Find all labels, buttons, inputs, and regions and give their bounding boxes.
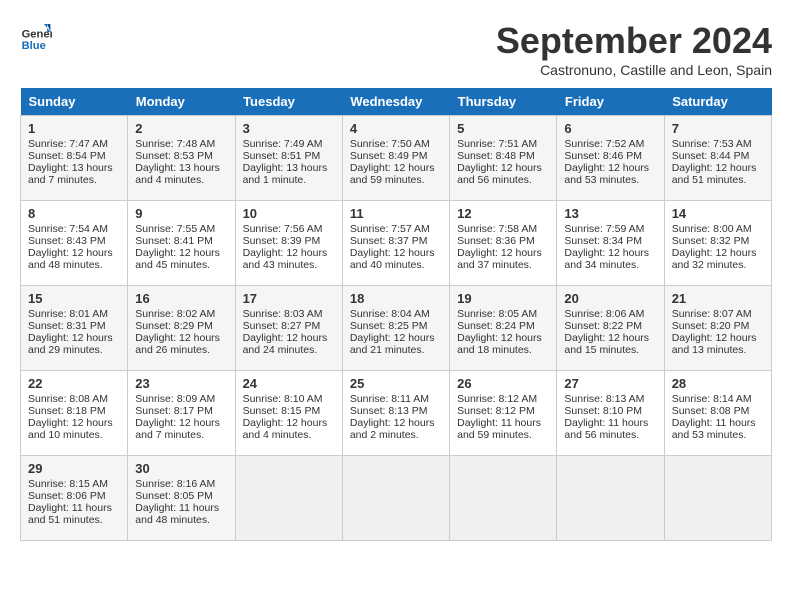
table-row: 25Sunrise: 8:11 AMSunset: 8:13 PMDayligh… <box>342 371 449 456</box>
col-wednesday: Wednesday <box>342 88 449 116</box>
logo-icon: General Blue <box>20 20 52 52</box>
svg-text:Blue: Blue <box>22 40 46 52</box>
col-tuesday: Tuesday <box>235 88 342 116</box>
col-saturday: Saturday <box>664 88 771 116</box>
month-title: September 2024 <box>496 20 772 62</box>
table-row <box>557 456 664 541</box>
table-row: 24Sunrise: 8:10 AMSunset: 8:15 PMDayligh… <box>235 371 342 456</box>
table-row: 20Sunrise: 8:06 AMSunset: 8:22 PMDayligh… <box>557 286 664 371</box>
col-sunday: Sunday <box>21 88 128 116</box>
table-row: 27Sunrise: 8:13 AMSunset: 8:10 PMDayligh… <box>557 371 664 456</box>
table-row: 3Sunrise: 7:49 AMSunset: 8:51 PMDaylight… <box>235 116 342 201</box>
page-header: General Blue September 2024 Castronuno, … <box>20 20 772 78</box>
location: Castronuno, Castille and Leon, Spain <box>496 62 772 78</box>
col-monday: Monday <box>128 88 235 116</box>
header-row: Sunday Monday Tuesday Wednesday Thursday… <box>21 88 772 116</box>
table-row <box>450 456 557 541</box>
table-row: 14Sunrise: 8:00 AMSunset: 8:32 PMDayligh… <box>664 201 771 286</box>
table-row: 9Sunrise: 7:55 AMSunset: 8:41 PMDaylight… <box>128 201 235 286</box>
table-row: 12Sunrise: 7:58 AMSunset: 8:36 PMDayligh… <box>450 201 557 286</box>
col-thursday: Thursday <box>450 88 557 116</box>
table-row: 21Sunrise: 8:07 AMSunset: 8:20 PMDayligh… <box>664 286 771 371</box>
table-row: 26Sunrise: 8:12 AMSunset: 8:12 PMDayligh… <box>450 371 557 456</box>
table-row: 16Sunrise: 8:02 AMSunset: 8:29 PMDayligh… <box>128 286 235 371</box>
table-row: 29Sunrise: 8:15 AMSunset: 8:06 PMDayligh… <box>21 456 128 541</box>
table-row: 2Sunrise: 7:48 AMSunset: 8:53 PMDaylight… <box>128 116 235 201</box>
table-row: 6Sunrise: 7:52 AMSunset: 8:46 PMDaylight… <box>557 116 664 201</box>
table-row: 22Sunrise: 8:08 AMSunset: 8:18 PMDayligh… <box>21 371 128 456</box>
table-row <box>235 456 342 541</box>
table-row: 11Sunrise: 7:57 AMSunset: 8:37 PMDayligh… <box>342 201 449 286</box>
table-row: 15Sunrise: 8:01 AMSunset: 8:31 PMDayligh… <box>21 286 128 371</box>
calendar-table: Sunday Monday Tuesday Wednesday Thursday… <box>20 88 772 541</box>
table-row: 8Sunrise: 7:54 AMSunset: 8:43 PMDaylight… <box>21 201 128 286</box>
table-row: 18Sunrise: 8:04 AMSunset: 8:25 PMDayligh… <box>342 286 449 371</box>
table-row: 1Sunrise: 7:47 AMSunset: 8:54 PMDaylight… <box>21 116 128 201</box>
title-block: September 2024 Castronuno, Castille and … <box>496 20 772 78</box>
col-friday: Friday <box>557 88 664 116</box>
table-row: 19Sunrise: 8:05 AMSunset: 8:24 PMDayligh… <box>450 286 557 371</box>
table-row: 23Sunrise: 8:09 AMSunset: 8:17 PMDayligh… <box>128 371 235 456</box>
table-row: 28Sunrise: 8:14 AMSunset: 8:08 PMDayligh… <box>664 371 771 456</box>
table-row: 13Sunrise: 7:59 AMSunset: 8:34 PMDayligh… <box>557 201 664 286</box>
table-row: 4Sunrise: 7:50 AMSunset: 8:49 PMDaylight… <box>342 116 449 201</box>
table-row: 17Sunrise: 8:03 AMSunset: 8:27 PMDayligh… <box>235 286 342 371</box>
table-row <box>664 456 771 541</box>
table-row: 7Sunrise: 7:53 AMSunset: 8:44 PMDaylight… <box>664 116 771 201</box>
table-row: 5Sunrise: 7:51 AMSunset: 8:48 PMDaylight… <box>450 116 557 201</box>
table-row: 10Sunrise: 7:56 AMSunset: 8:39 PMDayligh… <box>235 201 342 286</box>
table-row: 30Sunrise: 8:16 AMSunset: 8:05 PMDayligh… <box>128 456 235 541</box>
logo: General Blue <box>20 20 52 52</box>
table-row <box>342 456 449 541</box>
